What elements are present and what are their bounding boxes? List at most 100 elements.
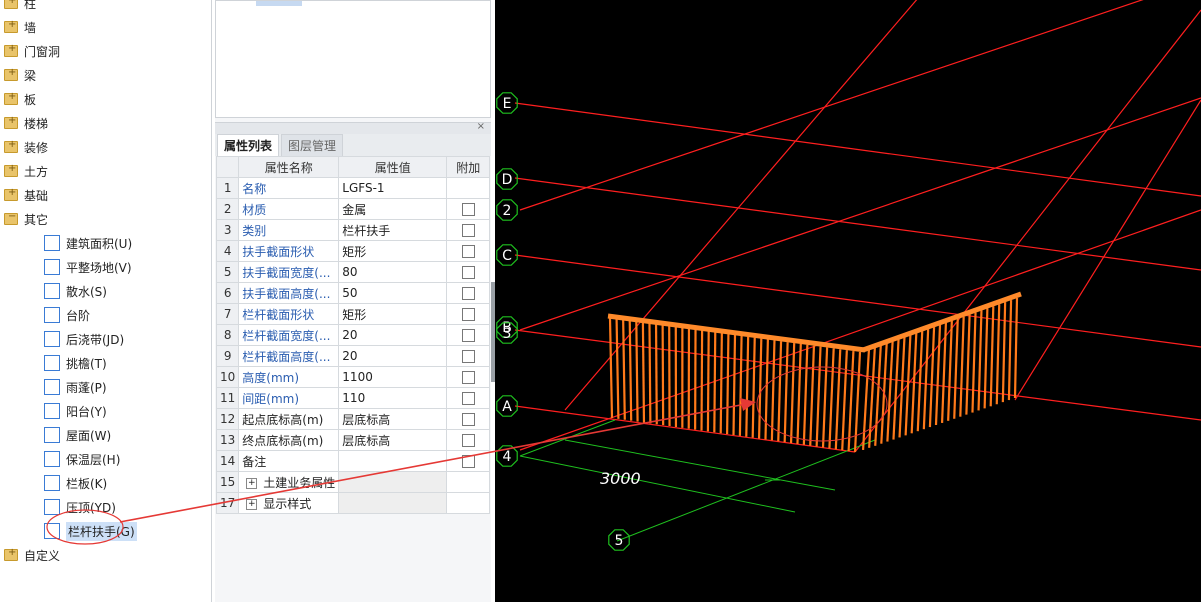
tree-folder-item[interactable]: 柱 <box>4 0 36 14</box>
property-value[interactable]: LGFS-1 <box>339 178 447 199</box>
property-row[interactable]: 5扶手截面宽度(...80 <box>217 262 490 283</box>
extra-checkbox[interactable] <box>462 413 475 426</box>
extra-cell[interactable] <box>447 241 490 262</box>
property-value[interactable]: 20 <box>339 325 447 346</box>
property-row[interactable]: 4扶手截面形状矩形 <box>217 241 490 262</box>
tree-item-label: 门窗洞 <box>24 43 60 60</box>
tree-sub-item[interactable]: 后浇带(JD) <box>44 328 124 350</box>
property-row[interactable]: 2材质金属 <box>217 199 490 220</box>
tree-sub-item[interactable]: 散水(S) <box>44 280 107 302</box>
property-value[interactable]: 50 <box>339 283 447 304</box>
extra-checkbox[interactable] <box>462 308 475 321</box>
3d-viewport[interactable]: ED2CB3A45 3000 <box>495 0 1201 602</box>
property-value[interactable]: 矩形 <box>339 304 447 325</box>
tree-folder-item[interactable]: 门窗洞 <box>4 40 60 62</box>
property-row[interactable]: 9栏杆截面高度(...20 <box>217 346 490 367</box>
tree-item-label: 后浇带(JD) <box>66 331 124 348</box>
tree-sub-item[interactable]: 建筑面积(U) <box>44 232 132 254</box>
extra-cell[interactable] <box>447 283 490 304</box>
property-row[interactable]: 6扶手截面高度(...50 <box>217 283 490 304</box>
property-group-row[interactable]: 15+土建业务属性 <box>217 472 490 493</box>
property-row[interactable]: 14备注 <box>217 451 490 472</box>
extra-checkbox[interactable] <box>462 266 475 279</box>
extra-cell[interactable] <box>447 409 490 430</box>
railing-baluster <box>623 320 625 420</box>
extra-checkbox[interactable] <box>462 224 475 237</box>
extra-checkbox[interactable] <box>462 203 475 216</box>
extra-checkbox[interactable] <box>462 350 475 363</box>
tree-sub-item[interactable]: 栏杆扶手(G) <box>44 520 137 542</box>
tree-folder-item[interactable]: 基础 <box>4 184 48 206</box>
tree-folder-item[interactable]: 楼梯 <box>4 112 48 134</box>
tree-folder-item[interactable]: 梁 <box>4 64 36 86</box>
tab-property-list[interactable]: 属性列表 <box>217 134 279 157</box>
property-row[interactable]: 11间距(mm)110 <box>217 388 490 409</box>
extra-cell[interactable] <box>447 451 490 472</box>
extra-cell[interactable] <box>447 262 490 283</box>
extra-cell[interactable] <box>447 346 490 367</box>
property-value[interactable]: 栏杆扶手 <box>339 220 447 241</box>
tree-folder-item[interactable]: 墙 <box>4 16 36 38</box>
extra-checkbox[interactable] <box>462 329 475 342</box>
tree-folder-item[interactable]: 装修 <box>4 136 48 158</box>
property-value[interactable] <box>339 451 447 472</box>
tree-folder-item[interactable]: 土方 <box>4 160 48 182</box>
extra-cell[interactable] <box>447 304 490 325</box>
property-value[interactable]: 110 <box>339 388 447 409</box>
group-name-cell[interactable]: +显示样式 <box>239 493 339 514</box>
property-value[interactable]: 金属 <box>339 199 447 220</box>
extra-checkbox[interactable] <box>462 371 475 384</box>
tree-folder-item[interactable]: 其它 <box>4 208 48 230</box>
expand-icon[interactable]: + <box>246 499 257 510</box>
property-value[interactable]: 20 <box>339 346 447 367</box>
extra-checkbox[interactable] <box>462 287 475 300</box>
tree-sub-item[interactable]: 栏板(K) <box>44 472 107 494</box>
tree-sub-item[interactable]: 阳台(Y) <box>44 400 107 422</box>
property-row[interactable]: 8栏杆截面宽度(...20 <box>217 325 490 346</box>
tree-folder-item[interactable]: 自定义 <box>4 544 60 566</box>
property-row[interactable]: 7栏杆截面形状矩形 <box>217 304 490 325</box>
tree-item-label: 挑檐(T) <box>66 355 107 372</box>
railing-baluster <box>1015 298 1017 398</box>
close-icon[interactable]: × <box>477 121 485 132</box>
tab-layer-management[interactable]: 图层管理 <box>281 134 343 158</box>
group-name-cell[interactable]: +土建业务属性 <box>239 472 339 493</box>
tree-sub-item[interactable]: 挑檐(T) <box>44 352 107 374</box>
property-row[interactable]: 13终点底标高(m)层底标高 <box>217 430 490 451</box>
property-value[interactable]: 层底标高 <box>339 430 447 451</box>
property-group-row[interactable]: 17+显示样式 <box>217 493 490 514</box>
railing-baluster <box>991 306 994 406</box>
property-row[interactable]: 3类别栏杆扶手 <box>217 220 490 241</box>
row-number: 15 <box>217 472 239 493</box>
property-value[interactable]: 矩形 <box>339 241 447 262</box>
extra-cell[interactable] <box>447 430 490 451</box>
tree-sub-item[interactable]: 压顶(YD) <box>44 496 116 518</box>
extra-checkbox[interactable] <box>462 434 475 447</box>
tree-sub-item[interactable]: 平整场地(V) <box>44 256 132 278</box>
extra-checkbox[interactable] <box>462 245 475 258</box>
railing-baluster <box>778 341 781 441</box>
tree-sub-item[interactable]: 屋面(W) <box>44 424 111 446</box>
expand-icon[interactable]: + <box>246 478 257 489</box>
property-value[interactable]: 层底标高 <box>339 409 447 430</box>
extra-cell[interactable] <box>447 199 490 220</box>
property-value[interactable]: 1100 <box>339 367 447 388</box>
extra-cell[interactable] <box>447 325 490 346</box>
folder-icon <box>4 117 18 129</box>
tree-sub-item[interactable]: 保温层(H) <box>44 448 120 470</box>
row-number: 1 <box>217 178 239 199</box>
property-value[interactable]: 80 <box>339 262 447 283</box>
tree-item-label: 基础 <box>24 187 48 204</box>
property-row[interactable]: 12起点底标高(m)层底标高 <box>217 409 490 430</box>
extra-cell[interactable] <box>447 220 490 241</box>
extra-checkbox[interactable] <box>462 392 475 405</box>
tree-sub-item[interactable]: 雨蓬(P) <box>44 376 107 398</box>
tree-folder-item[interactable]: 板 <box>4 88 36 110</box>
tree-sub-item[interactable]: 台阶 <box>44 304 90 326</box>
tree-item-label: 平整场地(V) <box>66 259 132 276</box>
extra-cell[interactable] <box>447 388 490 409</box>
property-row[interactable]: 10高度(mm)1100 <box>217 367 490 388</box>
property-row[interactable]: 1名称LGFS-1 <box>217 178 490 199</box>
extra-checkbox[interactable] <box>462 455 475 468</box>
extra-cell[interactable] <box>447 367 490 388</box>
